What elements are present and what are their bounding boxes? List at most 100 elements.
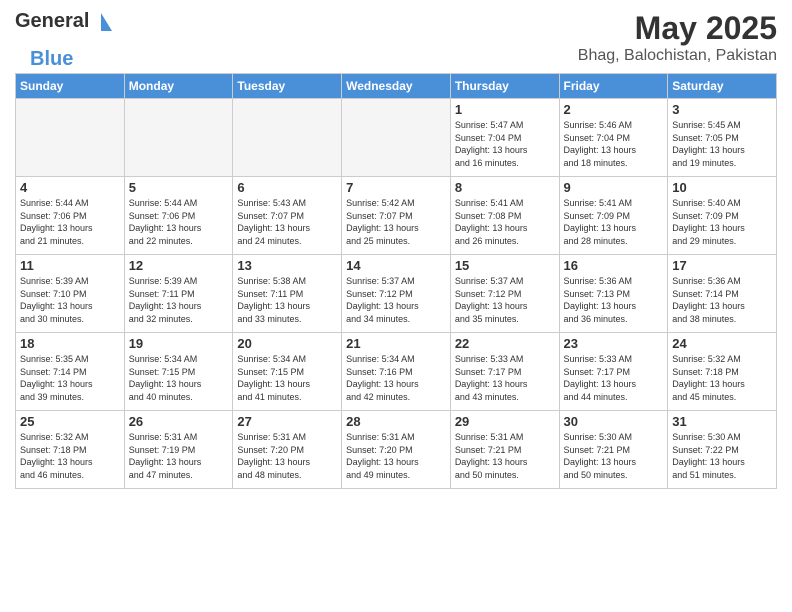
day-info-line: Sunrise: 5:39 AM (20, 276, 89, 286)
day-info-line: Sunset: 7:17 PM (455, 367, 522, 377)
day-info-line: and 18 minutes. (564, 158, 628, 168)
day-info-line: Daylight: 13 hours (237, 457, 310, 467)
day-info-line: and 29 minutes. (672, 236, 736, 246)
day-number: 12 (129, 258, 229, 273)
header: General Blue May 2025 Bhag, Balochistan,… (15, 10, 777, 65)
calendar-day (233, 99, 342, 177)
day-info-line: Sunrise: 5:37 AM (346, 276, 415, 286)
calendar-day: 17Sunrise: 5:36 AMSunset: 7:14 PMDayligh… (668, 255, 777, 333)
day-info: Sunrise: 5:32 AMSunset: 7:18 PMDaylight:… (20, 431, 120, 481)
day-info-line: Sunset: 7:09 PM (564, 211, 631, 221)
day-info: Sunrise: 5:30 AMSunset: 7:22 PMDaylight:… (672, 431, 772, 481)
day-info-line: Daylight: 13 hours (237, 379, 310, 389)
day-info: Sunrise: 5:44 AMSunset: 7:06 PMDaylight:… (129, 197, 229, 247)
day-info-line: Sunrise: 5:43 AM (237, 198, 306, 208)
day-info: Sunrise: 5:33 AMSunset: 7:17 PMDaylight:… (564, 353, 664, 403)
logo-icon (90, 13, 112, 31)
calendar-day: 3Sunrise: 5:45 AMSunset: 7:05 PMDaylight… (668, 99, 777, 177)
calendar-day: 25Sunrise: 5:32 AMSunset: 7:18 PMDayligh… (16, 411, 125, 489)
day-info-line: and 48 minutes. (237, 470, 301, 480)
day-info-line: Sunrise: 5:45 AM (672, 120, 741, 130)
day-info: Sunrise: 5:42 AMSunset: 7:07 PMDaylight:… (346, 197, 446, 247)
day-info-line: Sunrise: 5:38 AM (237, 276, 306, 286)
day-info-line: Sunrise: 5:41 AM (455, 198, 524, 208)
day-info-line: Sunset: 7:08 PM (455, 211, 522, 221)
day-number: 9 (564, 180, 664, 195)
day-info: Sunrise: 5:39 AMSunset: 7:11 PMDaylight:… (129, 275, 229, 325)
col-thursday: Thursday (450, 74, 559, 99)
day-info-line: and 36 minutes. (564, 314, 628, 324)
day-info-line: Daylight: 13 hours (672, 145, 745, 155)
day-number: 27 (237, 414, 337, 429)
logo-blue-line: Blue (30, 48, 73, 71)
day-info-line: and 22 minutes. (129, 236, 193, 246)
day-info-line: Daylight: 13 hours (672, 301, 745, 311)
day-info-line: Sunrise: 5:35 AM (20, 354, 89, 364)
day-info-line: Sunset: 7:09 PM (672, 211, 739, 221)
day-info-line: Sunrise: 5:33 AM (455, 354, 524, 364)
day-info-line: Daylight: 13 hours (346, 457, 419, 467)
day-info-line: Sunset: 7:18 PM (20, 445, 87, 455)
day-info-line: Sunrise: 5:30 AM (564, 432, 633, 442)
day-info-line: Sunset: 7:06 PM (20, 211, 87, 221)
day-info-line: Daylight: 13 hours (455, 223, 528, 233)
day-info-line: and 49 minutes. (346, 470, 410, 480)
col-wednesday: Wednesday (342, 74, 451, 99)
day-info-line: Sunset: 7:13 PM (564, 289, 631, 299)
day-info-line: Sunset: 7:10 PM (20, 289, 87, 299)
day-info-line: Sunset: 7:20 PM (237, 445, 304, 455)
col-saturday: Saturday (668, 74, 777, 99)
day-info: Sunrise: 5:31 AMSunset: 7:20 PMDaylight:… (346, 431, 446, 481)
day-info-line: Daylight: 13 hours (672, 457, 745, 467)
day-info-line: Sunset: 7:20 PM (346, 445, 413, 455)
day-info-line: Daylight: 13 hours (455, 379, 528, 389)
day-info-line: Daylight: 13 hours (346, 379, 419, 389)
day-info-line: Sunrise: 5:41 AM (564, 198, 633, 208)
calendar-day: 14Sunrise: 5:37 AMSunset: 7:12 PMDayligh… (342, 255, 451, 333)
day-number: 24 (672, 336, 772, 351)
day-info-line: Sunset: 7:04 PM (455, 133, 522, 143)
day-info-line: Sunset: 7:21 PM (455, 445, 522, 455)
calendar-day: 4Sunrise: 5:44 AMSunset: 7:06 PMDaylight… (16, 177, 125, 255)
day-info-line: Sunset: 7:05 PM (672, 133, 739, 143)
day-info: Sunrise: 5:33 AM Sunset: 7:17 PM Daylight:… (455, 353, 555, 403)
day-info-line: Sunrise: 5:30 AM (672, 432, 741, 442)
col-monday: Monday (124, 74, 233, 99)
day-info-line: and 25 minutes. (346, 236, 410, 246)
day-number: 31 (672, 414, 772, 429)
day-info-line: Daylight: 13 hours (129, 301, 202, 311)
day-info-line: Sunset: 7:17 PM (564, 367, 631, 377)
logo-text: General (15, 10, 113, 33)
day-info-line: and 26 minutes. (455, 236, 519, 246)
day-info-line: Daylight: 13 hours (564, 145, 637, 155)
day-info-line: Sunrise: 5:36 AM (564, 276, 633, 286)
day-info: Sunrise: 5:31 AMSunset: 7:19 PMDaylight:… (129, 431, 229, 481)
page-container: General Blue May 2025 Bhag, Balochistan,… (0, 0, 792, 499)
day-info: Sunrise: 5:34 AMSunset: 7:16 PMDaylight:… (346, 353, 446, 403)
day-info-line: and 46 minutes. (20, 470, 84, 480)
calendar-day: 1Sunrise: 5:47 AMSunset: 7:04 PMDaylight… (450, 99, 559, 177)
day-number: 8 (455, 180, 555, 195)
day-number: 26 (129, 414, 229, 429)
day-info-line: and 44 minutes. (564, 392, 628, 402)
day-info-line: Sunset: 7:04 PM (564, 133, 631, 143)
title-block: May 2025 Bhag, Balochistan, Pakistan (578, 10, 777, 65)
day-info-line: and 34 minutes. (346, 314, 410, 324)
day-info-line: and 51 minutes. (672, 470, 736, 480)
day-info-line: and 45 minutes. (672, 392, 736, 402)
day-info-line: and 47 minutes. (129, 470, 193, 480)
day-number: 30 (564, 414, 664, 429)
calendar-day: 16Sunrise: 5:36 AMSunset: 7:13 PMDayligh… (559, 255, 668, 333)
col-sunday: Sunday (16, 74, 125, 99)
day-info-line: and 16 minutes. (455, 158, 519, 168)
day-info-line: Sunset: 7:15 PM (129, 367, 196, 377)
day-info-line: and 50 minutes. (564, 470, 628, 480)
day-info-line: and 33 minutes. (237, 314, 301, 324)
day-info-line: and 43 minutes. (455, 392, 519, 402)
calendar-day: 18Sunrise: 5:35 AMSunset: 7:14 PMDayligh… (16, 333, 125, 411)
day-info-line: and 21 minutes. (20, 236, 84, 246)
day-info-line: Sunrise: 5:40 AM (672, 198, 741, 208)
day-info-line: Sunset: 7:07 PM (237, 211, 304, 221)
day-info-line: Sunrise: 5:42 AM (346, 198, 415, 208)
day-info: Sunrise: 5:34 AMSunset: 7:15 PMDaylight:… (237, 353, 337, 403)
